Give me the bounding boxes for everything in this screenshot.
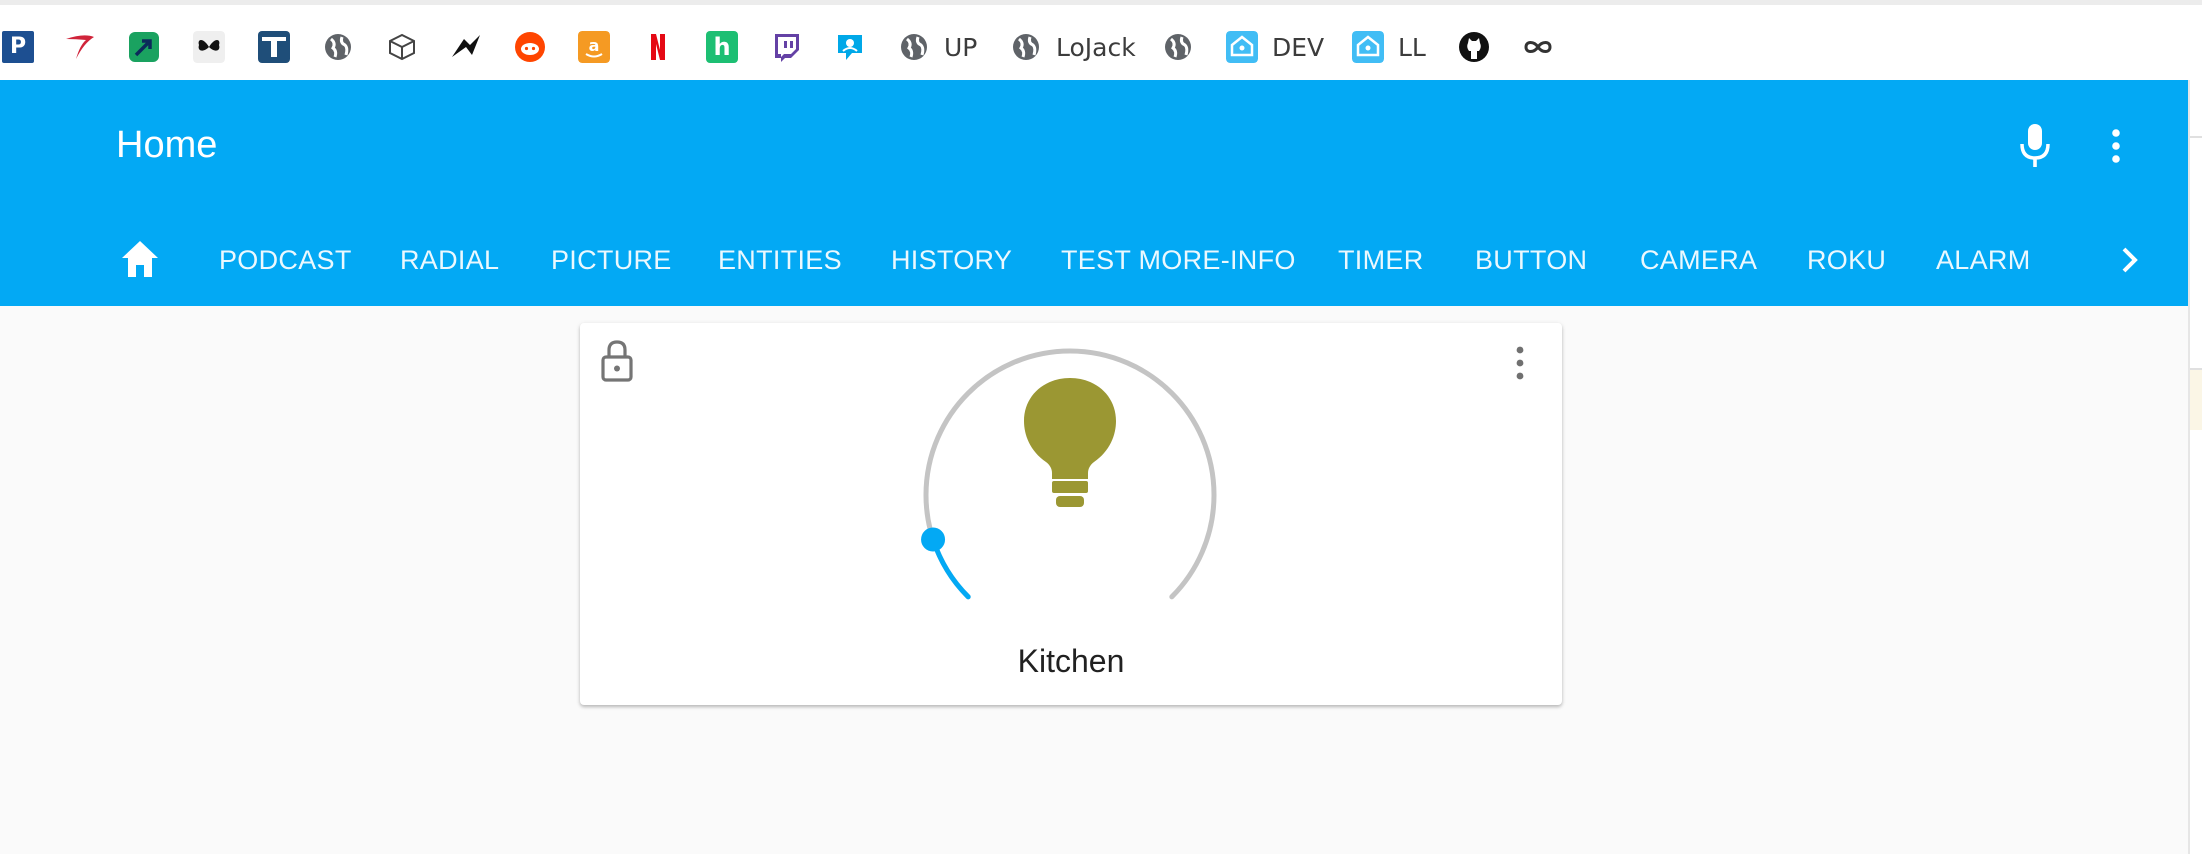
- twitch-icon: [775, 34, 799, 62]
- bookmark-up[interactable]: UP: [898, 30, 977, 64]
- butterfly-icon: [193, 31, 225, 63]
- brightness-slider[interactable]: [920, 345, 1220, 645]
- tab-alarm[interactable]: ALARM: [1936, 230, 2031, 290]
- home-icon[interactable]: [118, 238, 162, 280]
- light-name: Kitchen: [1017, 643, 1125, 679]
- bookmark-h-logo[interactable]: h: [706, 30, 738, 64]
- more-vert-icon[interactable]: [2104, 126, 2128, 166]
- bookmark-red-swoosh[interactable]: [64, 30, 96, 64]
- globe-icon: [325, 34, 351, 60]
- bookmark-globe-1[interactable]: [322, 30, 354, 64]
- github-icon: [1459, 32, 1489, 62]
- bookmark-lojack[interactable]: LoJack: [1010, 30, 1136, 64]
- t-logo-icon: [258, 31, 290, 63]
- bookmark-amazon[interactable]: a: [578, 30, 610, 64]
- page-title: Home: [116, 124, 218, 166]
- bookmark-reddit[interactable]: [514, 30, 546, 64]
- tab-test-more-info[interactable]: TEST MORE-INFO: [1061, 230, 1296, 290]
- home-assistant-icon: [1352, 31, 1384, 63]
- right-edge-panel: [2188, 80, 2202, 854]
- tab-roku[interactable]: ROKU: [1807, 230, 1886, 290]
- netflix-icon: [651, 34, 665, 60]
- chat-bubble-icon: [838, 35, 862, 60]
- globe-icon: [1165, 34, 1191, 60]
- infinity-icon: [1524, 41, 1552, 53]
- tab-button[interactable]: BUTTON: [1475, 230, 1587, 290]
- amazon-icon: a: [578, 31, 610, 63]
- bookmark-dev[interactable]: DEV: [1226, 30, 1324, 64]
- svg-text:a: a: [589, 36, 600, 55]
- bookmark-infinity[interactable]: [1522, 30, 1554, 64]
- red-swoosh-icon: [66, 35, 94, 59]
- app-header: Home PODCAST RADIAL PICTURE ENTITIES HIS…: [0, 80, 2188, 306]
- tab-picture[interactable]: PICTURE: [551, 230, 672, 290]
- microphone-icon[interactable]: [2018, 122, 2052, 170]
- bookmark-box[interactable]: [386, 30, 418, 64]
- tab-history[interactable]: HISTORY: [891, 230, 1012, 290]
- tab-entities[interactable]: ENTITIES: [718, 230, 842, 290]
- p-logo-icon: P: [2, 31, 34, 63]
- home-assistant-icon: [1226, 31, 1258, 63]
- bookmarks-bar: P a h UP LoJack DEV LL: [0, 0, 2202, 80]
- bookmark-ll[interactable]: LL: [1352, 30, 1426, 64]
- bird-icon: [452, 35, 480, 57]
- tab-podcast[interactable]: PODCAST: [219, 230, 352, 290]
- bookmark-label: UP: [944, 32, 978, 62]
- bookmark-label: LoJack: [1056, 32, 1136, 62]
- globe-icon: [1013, 34, 1039, 60]
- globe-icon: [901, 34, 927, 60]
- bookmark-netflix[interactable]: [642, 30, 674, 64]
- chevron-right-icon[interactable]: [2112, 242, 2148, 278]
- bookmark-t-logo[interactable]: [258, 30, 290, 64]
- light-card[interactable]: Kitchen: [580, 323, 1562, 705]
- slider-handle[interactable]: [921, 527, 946, 552]
- bookmark-label: DEV: [1272, 32, 1325, 62]
- bookmark-github[interactable]: [1458, 30, 1490, 64]
- more-vert-icon[interactable]: [1512, 343, 1528, 383]
- bookmark-label: LL: [1398, 32, 1426, 62]
- bookmark-chat[interactable]: [834, 30, 866, 64]
- h-logo-icon: h: [706, 31, 738, 63]
- box-icon: [389, 33, 415, 61]
- bookmark-p-logo[interactable]: P: [2, 30, 34, 64]
- reddit-icon: [515, 32, 545, 62]
- bookmark-twitch[interactable]: [770, 30, 802, 64]
- bookmark-bird[interactable]: [450, 30, 482, 64]
- tab-timer[interactable]: TIMER: [1338, 230, 1424, 290]
- lightbulb-icon[interactable]: [1024, 378, 1116, 507]
- tab-camera[interactable]: CAMERA: [1640, 230, 1757, 290]
- view-tabs: PODCAST RADIAL PICTURE ENTITIES HISTORY …: [0, 230, 2188, 290]
- lock-icon[interactable]: [600, 339, 634, 383]
- tab-radial[interactable]: RADIAL: [400, 230, 499, 290]
- bookmark-globe-2[interactable]: [1162, 30, 1194, 64]
- bookmark-butterfly[interactable]: [193, 30, 225, 64]
- bookmark-green-arrow[interactable]: [128, 30, 160, 64]
- green-arrow-icon: [129, 32, 159, 62]
